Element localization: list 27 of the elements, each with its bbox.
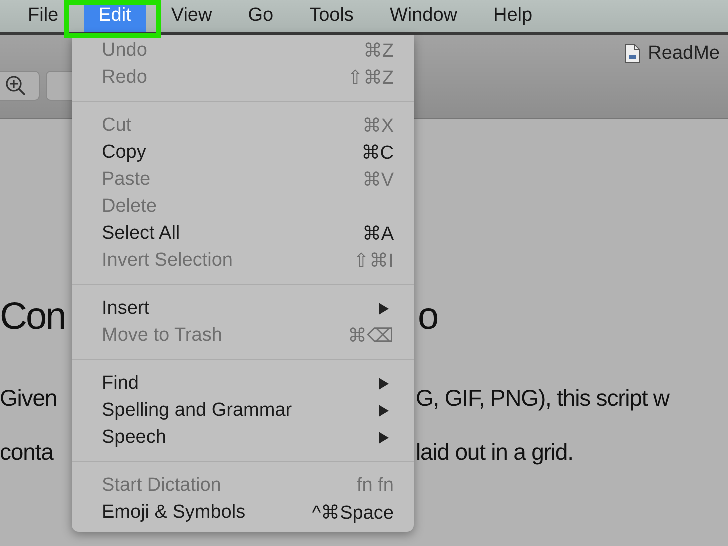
menu-item[interactable]: Insert	[72, 295, 414, 322]
menu-item[interactable]: Copy ⌘C	[72, 139, 414, 166]
menu-bar-item[interactable]: Tools	[298, 0, 365, 32]
menu-bar-item[interactable]: Window	[378, 0, 469, 32]
zoom-in-icon	[5, 75, 27, 97]
document-title: ReadMe	[648, 43, 720, 65]
paragraph-text: Given	[0, 384, 58, 412]
paragraph-text: G, GIF, PNG), this script w	[416, 384, 670, 412]
heading-text: o	[418, 296, 438, 338]
menu-bar-item[interactable]: Help	[482, 0, 544, 32]
zoom-in-button[interactable]	[0, 71, 40, 101]
menu-item[interactable]: Find	[72, 370, 414, 397]
submenu-arrow-icon	[378, 404, 390, 418]
document-icon	[625, 44, 642, 64]
paragraph-text: conta	[0, 438, 54, 466]
submenu-arrow-icon	[378, 430, 390, 444]
menu-bar-item[interactable]: View	[160, 0, 224, 32]
submenu-arrow-icon	[378, 376, 390, 390]
menu-bar-item[interactable]: File	[17, 0, 70, 32]
paragraph-text: laid out in a grid.	[416, 438, 574, 466]
submenu-arrow-icon	[378, 302, 390, 316]
menu-item[interactable]: Emoji & Symbols ^⌘Space	[72, 499, 414, 526]
menu-item[interactable]: Spelling and Grammar	[72, 397, 414, 424]
heading-text: Con	[0, 296, 66, 338]
menu-item[interactable]: Select All ⌘A	[72, 220, 414, 247]
menu-bar-item[interactable]: Go	[237, 0, 285, 32]
menu-item[interactable]: Speech	[72, 424, 414, 451]
